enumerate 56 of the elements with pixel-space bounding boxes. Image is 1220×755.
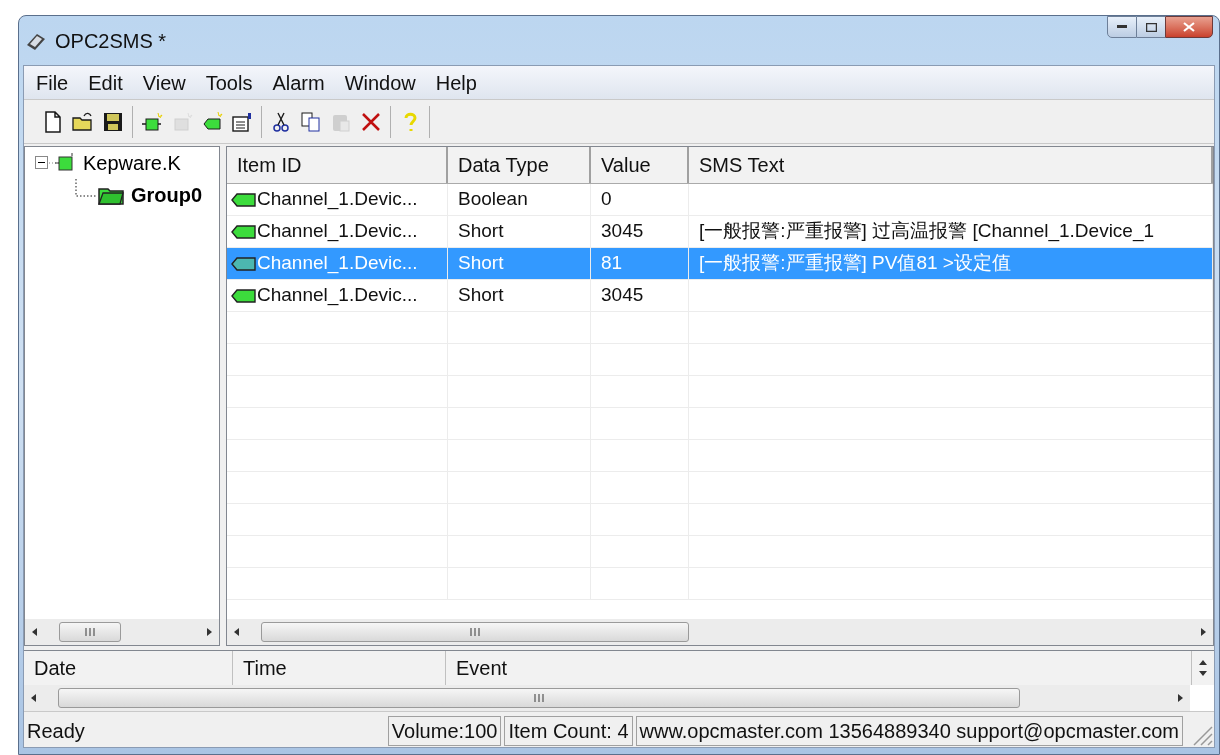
scrollbar-thumb[interactable] <box>58 688 1020 708</box>
tree-connector-icon <box>75 179 97 197</box>
tree-item[interactable]: Kepware.K <box>83 148 181 178</box>
scrollbar-thumb[interactable] <box>261 622 689 642</box>
grip-icon <box>84 628 96 636</box>
tag-icon <box>231 191 257 208</box>
menu-item[interactable]: Edit <box>78 67 133 98</box>
maximize-button[interactable] <box>1137 16 1165 38</box>
scrollbar-thumb[interactable] <box>59 622 121 642</box>
minimize-button[interactable] <box>1107 16 1137 38</box>
tree-item[interactable]: Group0 <box>131 180 203 210</box>
table-cell-text: Boolean <box>458 187 528 212</box>
table-cell-text: Channel_1.Devic... <box>257 219 418 244</box>
horizontal-scrollbar[interactable] <box>227 619 1213 645</box>
table-cell-text: Channel_1.Devic... <box>257 283 418 308</box>
status-text: www.opcmaster.com 13564889340 support@opcmaster.com <box>635 715 1183 746</box>
tag-icon <box>231 287 257 304</box>
close-icon <box>1183 22 1195 32</box>
horizontal-scrollbar[interactable] <box>24 685 1190 711</box>
maximize-icon <box>1145 22 1157 32</box>
table-cell-text: Short <box>458 283 504 308</box>
tag-icon <box>231 255 257 272</box>
status-text: Ready <box>26 718 86 744</box>
menu-item[interactable]: Window <box>334 67 426 98</box>
grip-icon <box>469 628 481 636</box>
window-title: OPC2SMS * <box>55 28 167 54</box>
copy-icon <box>299 109 323 134</box>
close-button[interactable] <box>1165 16 1213 38</box>
table-cell-text: Channel_1.Devic... <box>257 187 418 212</box>
horizontal-scrollbar[interactable] <box>25 619 219 645</box>
menu-item[interactable]: Help <box>425 67 487 98</box>
collapse-box-icon[interactable] <box>35 156 49 170</box>
table-cell-text: 81 <box>601 251 623 276</box>
column-header[interactable]: SMS Text <box>689 147 1213 183</box>
table-cell-text: [一般报警:严重报警] PV值81 >设定值 <box>699 251 1011 276</box>
table-cell-text: 3045 <box>601 283 644 308</box>
status-text: Volume:100 <box>387 715 502 746</box>
table-cell-text: 0 <box>601 187 612 212</box>
table-row[interactable]: Channel_1.Devic... Short 3045 <box>227 280 1213 312</box>
table-cell-text: Channel_1.Devic... <box>257 251 418 276</box>
menu-item[interactable]: File <box>26 67 79 98</box>
menu-item[interactable]: Alarm <box>262 67 335 98</box>
tag-icon <box>231 223 257 240</box>
status-text: Item Count: 4 <box>504 715 633 746</box>
table-cell-text: 3045 <box>601 219 644 244</box>
table-row[interactable]: Channel_1.Devic... Boolean 0 <box>227 184 1213 216</box>
menu-item[interactable]: Tools <box>195 67 263 98</box>
menu-item[interactable]: View <box>132 67 196 98</box>
table-cell-text: Short <box>458 219 504 244</box>
table-cell-text: [一般报警:严重报警] 过高温报警 [Channel_1.Device_1 <box>699 219 1155 244</box>
column-header[interactable]: Value <box>591 147 689 183</box>
table-cell-text: Short <box>458 251 504 276</box>
column-header[interactable]: Item ID <box>227 147 448 183</box>
column-header[interactable]: Data Type <box>448 147 591 183</box>
grip-icon <box>533 694 545 702</box>
minimize-icon <box>1117 25 1127 29</box>
